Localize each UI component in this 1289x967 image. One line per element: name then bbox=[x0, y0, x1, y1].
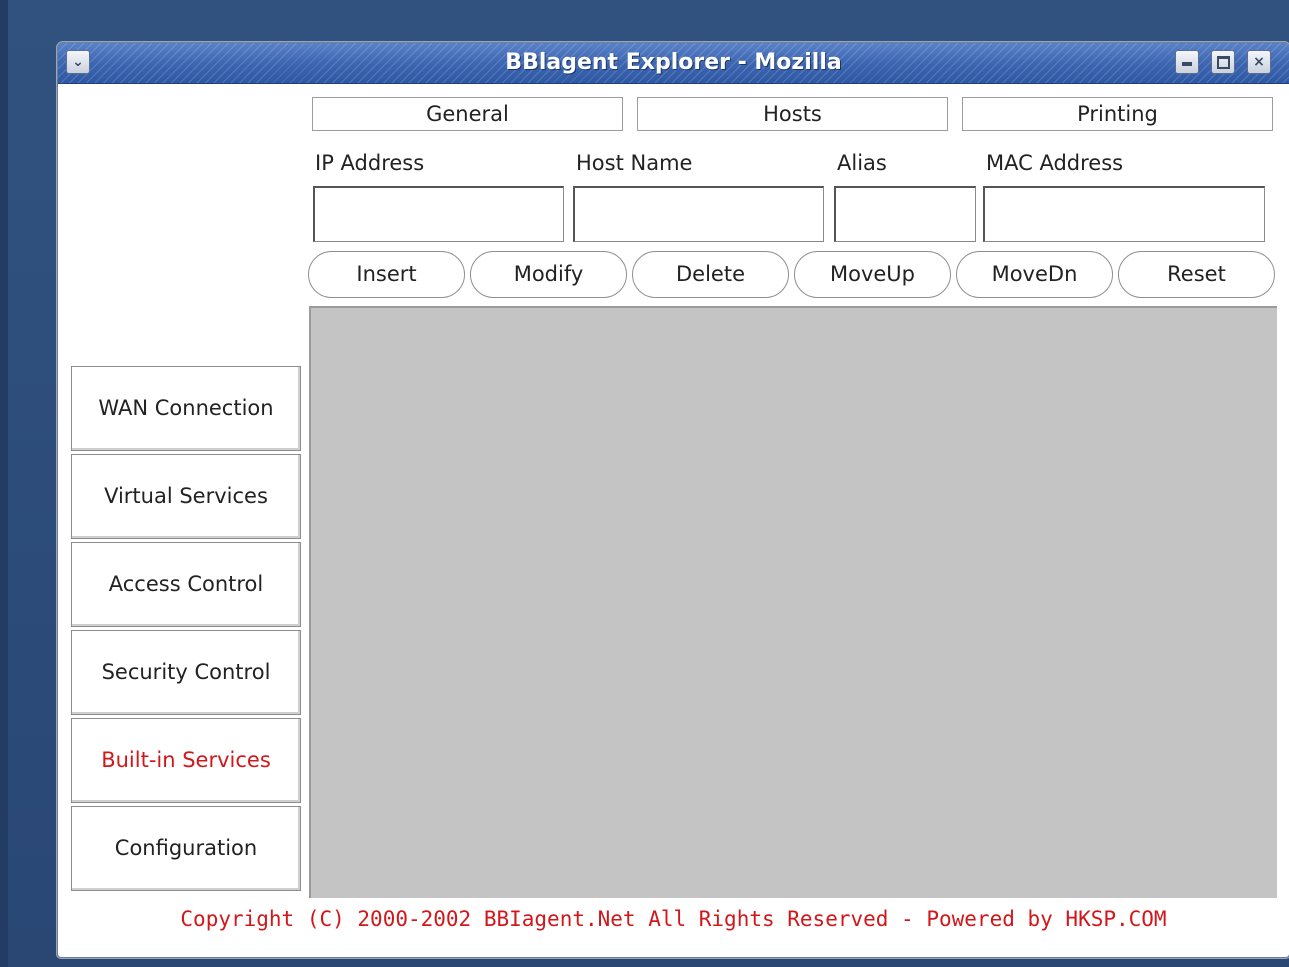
sidebar-item-access-control[interactable]: Access Control bbox=[71, 542, 301, 627]
delete-button[interactable]: Delete bbox=[632, 251, 789, 298]
tab-hosts[interactable]: Hosts bbox=[637, 97, 948, 131]
tab-printing[interactable]: Printing bbox=[962, 97, 1273, 131]
page-content: General Hosts Printing IP Address Host N… bbox=[58, 84, 1289, 957]
sidebar-item-configuration[interactable]: Configuration bbox=[71, 806, 301, 891]
ip-address-field[interactable] bbox=[313, 186, 564, 242]
ip-address-label: IP Address bbox=[315, 151, 425, 175]
close-icon: × bbox=[1253, 54, 1265, 70]
movedn-button[interactable]: MoveDn bbox=[956, 251, 1113, 298]
modify-button[interactable]: Modify bbox=[470, 251, 627, 298]
alias-label: Alias bbox=[837, 151, 887, 175]
sidebar-item-security-control[interactable]: Security Control bbox=[71, 630, 301, 715]
maximize-button[interactable] bbox=[1211, 50, 1235, 74]
alias-field[interactable] bbox=[834, 186, 976, 242]
close-button[interactable]: × bbox=[1247, 50, 1271, 74]
tab-general[interactable]: General bbox=[312, 97, 623, 131]
copyright-footer: Copyright (C) 2000-2002 BBIagent.Net All… bbox=[180, 907, 1167, 931]
hosts-list-area[interactable] bbox=[309, 306, 1277, 898]
reset-button[interactable]: Reset bbox=[1118, 251, 1275, 298]
host-name-label: Host Name bbox=[576, 151, 693, 175]
mac-address-label: MAC Address bbox=[986, 151, 1124, 175]
maximize-icon bbox=[1216, 56, 1230, 69]
host-name-field[interactable] bbox=[573, 186, 824, 242]
sidebar-item-wan-connection[interactable]: WAN Connection bbox=[71, 366, 301, 451]
minimize-icon bbox=[1182, 62, 1192, 66]
sidebar-item-virtual-services[interactable]: Virtual Services bbox=[71, 454, 301, 539]
moveup-button[interactable]: MoveUp bbox=[794, 251, 951, 298]
sidebar-item-built-in-services[interactable]: Built-in Services bbox=[71, 718, 301, 803]
window-title: BBlagent Explorer - Mozilla bbox=[505, 50, 842, 75]
browser-window: ⌄ BBlagent Explorer - Mozilla × General … bbox=[57, 42, 1289, 958]
desktop-edge bbox=[0, 0, 8, 967]
insert-button[interactable]: Insert bbox=[308, 251, 465, 298]
mac-address-field[interactable] bbox=[983, 186, 1265, 242]
window-titlebar[interactable]: ⌄ BBlagent Explorer - Mozilla × bbox=[58, 43, 1289, 84]
minimize-button[interactable] bbox=[1175, 50, 1199, 74]
